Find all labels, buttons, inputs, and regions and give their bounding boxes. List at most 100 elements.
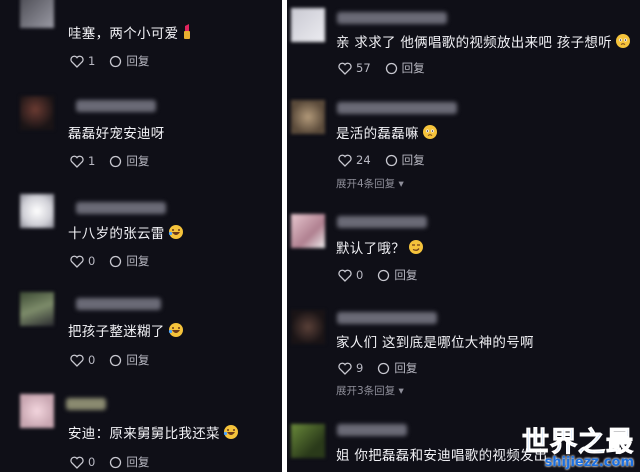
- laugh-emoji-icon: [168, 224, 184, 244]
- comment-text: 姐 你把磊磊和安迪唱歌的视频发出: [336, 448, 548, 464]
- heart-icon: [338, 62, 352, 75]
- reply-label: 回复: [126, 353, 150, 367]
- smug-emoji-icon: [408, 239, 424, 259]
- avatar[interactable]: [291, 100, 325, 134]
- watermark-logo-text: 世界之最: [522, 427, 634, 459]
- reply-button[interactable]: 回复: [377, 360, 417, 376]
- reply-label: 回复: [394, 268, 418, 282]
- comment-text: 把孩子整迷糊了: [68, 320, 184, 342]
- comment-actions: 57 回复: [338, 60, 439, 76]
- reply-bubble-icon: [110, 354, 122, 366]
- reply-label: 回复: [401, 61, 425, 75]
- reply-label: 回复: [401, 153, 425, 167]
- reply-bubble-icon: [378, 362, 390, 374]
- like-button[interactable]: 0: [70, 254, 95, 268]
- like-count: 9: [356, 361, 364, 375]
- username-blurred: [337, 216, 427, 228]
- comment-actions: 0 回复: [338, 267, 431, 283]
- username-blurred: [66, 398, 106, 410]
- comment-actions: 24 回复: [338, 152, 439, 168]
- avatar[interactable]: [20, 194, 54, 228]
- like-button[interactable]: 9: [338, 361, 363, 375]
- like-button[interactable]: 1: [70, 54, 95, 68]
- reply-button[interactable]: 回复: [109, 253, 149, 269]
- reply-bubble-icon: [110, 55, 122, 67]
- like-button[interactable]: 0: [70, 353, 95, 367]
- reply-button[interactable]: 回复: [109, 454, 149, 470]
- heart-icon: [70, 456, 84, 469]
- reply-bubble-icon: [385, 62, 397, 74]
- reply-button[interactable]: 回复: [109, 352, 149, 368]
- reply-bubble-icon: [110, 155, 122, 167]
- like-count: 24: [356, 153, 371, 167]
- like-count: 1: [88, 154, 96, 168]
- avatar[interactable]: [20, 394, 54, 428]
- reply-button[interactable]: 回复: [385, 152, 425, 168]
- avatar[interactable]: [291, 310, 325, 344]
- reply-button[interactable]: 回复: [377, 267, 417, 283]
- like-button[interactable]: 0: [70, 455, 95, 469]
- like-button[interactable]: 0: [338, 268, 363, 282]
- heart-icon: [70, 55, 84, 68]
- chevron-down-icon: ▾: [398, 178, 404, 190]
- heart-icon: [338, 269, 352, 282]
- like-button[interactable]: 24: [338, 153, 371, 167]
- heart-icon: [70, 255, 84, 268]
- avatar[interactable]: [20, 292, 54, 326]
- comment-actions: 0 回复: [70, 253, 163, 269]
- heart-icon: [70, 155, 84, 168]
- comment-actions: 1 回复: [70, 53, 163, 69]
- expand-replies-link[interactable]: 展开4条回复 ▾: [336, 176, 404, 191]
- reply-label: 回复: [126, 254, 150, 268]
- heart-icon: [338, 154, 352, 167]
- worried-emoji-icon: [422, 124, 438, 144]
- comment-actions: 0 回复: [70, 454, 163, 470]
- avatar[interactable]: [20, 0, 54, 28]
- comment-actions: 9 回复: [338, 360, 431, 376]
- avatar[interactable]: [291, 8, 325, 42]
- reply-bubble-icon: [110, 255, 122, 267]
- comment-actions: 0 回复: [70, 352, 163, 368]
- like-count: 0: [88, 455, 96, 469]
- username-blurred: [76, 298, 161, 310]
- worried-emoji-icon: [615, 33, 631, 53]
- comment-text: 安迪：原来舅舅比我还菜: [68, 422, 239, 444]
- comment-text: 亲 求求了 他俩唱歌的视频放出来吧 孩子想听: [336, 31, 631, 53]
- like-count: 0: [356, 268, 364, 282]
- comment-text: 磊磊好宠安迪呀: [68, 126, 165, 142]
- reply-button[interactable]: 回复: [109, 153, 149, 169]
- laugh-emoji-icon: [223, 424, 239, 444]
- comment-text: 是活的磊磊嘛: [336, 122, 438, 144]
- username-blurred: [337, 424, 407, 436]
- lipstick-emoji-icon: [181, 24, 193, 44]
- like-count: 0: [88, 254, 96, 268]
- reply-label: 回复: [126, 154, 150, 168]
- reply-button[interactable]: 回复: [385, 60, 425, 76]
- comment-text: 默认了哦？: [336, 237, 424, 259]
- avatar[interactable]: [291, 424, 325, 458]
- expand-replies-link[interactable]: 展开3条回复 ▾: [336, 383, 404, 398]
- like-count: 0: [88, 353, 96, 367]
- reply-label: 回复: [394, 361, 418, 375]
- reply-bubble-icon: [110, 456, 122, 468]
- comment-actions: 1 回复: [70, 153, 163, 169]
- like-count: 57: [356, 61, 371, 75]
- username-blurred: [76, 100, 156, 112]
- chevron-down-icon: ▾: [398, 385, 404, 397]
- reply-label: 回复: [126, 455, 150, 469]
- comment-text: 十八岁的张云雷: [68, 222, 184, 244]
- reply-button[interactable]: 回复: [109, 53, 149, 69]
- username-blurred: [337, 12, 447, 24]
- reply-bubble-icon: [378, 269, 390, 281]
- avatar[interactable]: [291, 214, 325, 248]
- like-button[interactable]: 1: [70, 154, 95, 168]
- like-count: 1: [88, 54, 96, 68]
- laugh-emoji-icon: [168, 322, 184, 342]
- comment-text: 哇塞，两个小可爱: [68, 22, 193, 44]
- reply-bubble-icon: [385, 154, 397, 166]
- avatar[interactable]: [20, 96, 54, 130]
- like-button[interactable]: 57: [338, 61, 371, 75]
- expand-replies-label: 展开4条回复: [336, 178, 396, 190]
- site-watermark: 世界之最 shijiezz.com: [522, 420, 635, 471]
- username-blurred: [337, 102, 457, 114]
